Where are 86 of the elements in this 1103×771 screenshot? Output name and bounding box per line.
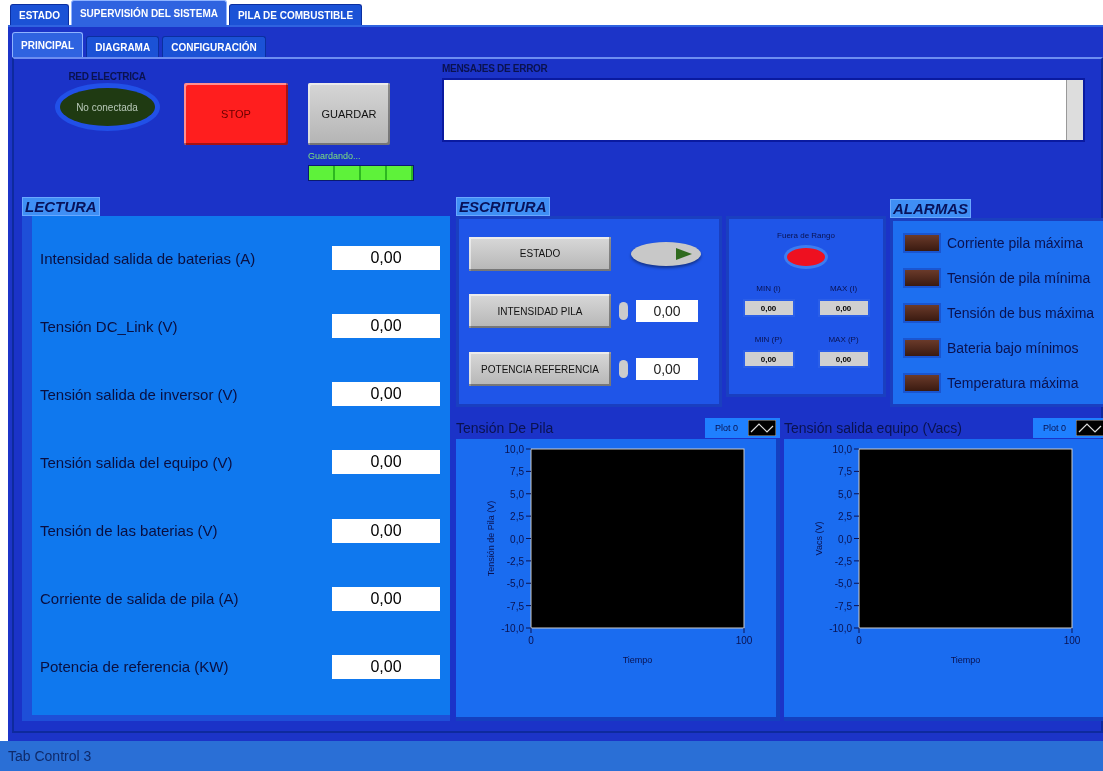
axis-label: Vacs (V) [814, 521, 824, 556]
alarm-label: Tensión de bus máxima [947, 304, 1095, 321]
tick-label: 10,0 [832, 444, 852, 455]
alarm-label: Tensión de pila mínima [947, 269, 1091, 286]
error-textbox[interactable] [442, 78, 1085, 142]
alarm-label: Bateria bajo mínimos [947, 339, 1079, 356]
tick-label: 2,5 [838, 511, 852, 523]
tick-label: 0,0 [838, 533, 852, 545]
axis-label: Tiempo [950, 655, 981, 665]
status-text: Tab Control 3 [8, 748, 92, 764]
tick-label: -2,5 [506, 555, 524, 567]
numeric-field[interactable]: 0,00 [636, 300, 698, 323]
plot-line-icon [748, 420, 776, 436]
tab[interactable]: PRINCIPAL [12, 32, 84, 57]
plot-legend[interactable]: Plot 0 [1033, 418, 1103, 438]
limit-label: MIN (P) [754, 335, 783, 344]
limit-label: MIN (I) [756, 284, 781, 293]
reading-value: 0,00 [332, 518, 440, 543]
spin-control[interactable] [619, 302, 628, 321]
numeric-field[interactable]: 0,00 [636, 358, 698, 381]
section-title: ESCRITURA [456, 197, 550, 216]
stop-button[interactable]: STOP [184, 83, 288, 145]
chart-title: Tensión salida equipo (Vacs) [784, 420, 962, 436]
scrollbar[interactable] [1066, 80, 1083, 140]
section-title: LECTURA [22, 197, 100, 216]
plot-line-icon [1076, 420, 1103, 436]
tick-label: 0 [528, 635, 534, 646]
tick-label: 5,0 [510, 488, 524, 500]
reading-value: 0,00 [332, 450, 440, 475]
reading-label: Tensión salida de inversor (V) [40, 385, 238, 403]
reading-label: Corriente de salida de pila (A) [40, 590, 239, 608]
reading-label: Tensión de las baterias (V) [40, 522, 218, 540]
axis-label: Tensión de Pila (V) [486, 500, 496, 577]
toggle-switch[interactable] [631, 241, 701, 266]
error-label: MENSAJES DE ERROR [442, 63, 549, 74]
saving-label: Guardando... [308, 151, 362, 161]
limit-value: 0,00 [742, 350, 795, 368]
setpoint-button[interactable]: INTENSIDAD PILA [469, 294, 611, 329]
play-icon [675, 246, 693, 261]
limit-label: MAX (I) [829, 284, 858, 293]
tab[interactable]: ESTADO [10, 4, 69, 25]
reading-value: 0,00 [332, 586, 440, 611]
tab[interactable]: CONFIGURACIÓN [162, 36, 266, 57]
plot-legend[interactable]: Plot 0 [705, 418, 780, 438]
tick-label: -7,5 [506, 600, 524, 612]
alarm-label: Corriente pila máxima [947, 234, 1084, 251]
limit-value: 0,00 [742, 299, 795, 317]
tick-label: 0,0 [510, 533, 524, 545]
reading-label: Potencia de referencia (KW) [40, 658, 229, 676]
tick-label: 0 [856, 635, 862, 646]
tick-label: -10,0 [829, 623, 852, 634]
alarm-label: Temperatura máxima [947, 374, 1079, 391]
tick-label: -7,5 [834, 600, 852, 612]
tick-label: 100 [735, 635, 753, 646]
reading-label: Tensión DC_Link (V) [40, 317, 178, 335]
tick-label: 7,5 [510, 466, 524, 478]
tick-label: 2,5 [510, 511, 524, 523]
limit-label: MAX (P) [828, 335, 859, 344]
tick-label: 5,0 [838, 488, 852, 500]
reading-value: 0,00 [332, 382, 440, 407]
axis-label: Tiempo [622, 655, 653, 665]
tick-label: -5,0 [834, 578, 852, 590]
section-title: ALARMAS [890, 199, 971, 218]
save-button[interactable]: GUARDAR [308, 83, 390, 145]
reading-value: 0,00 [332, 314, 440, 339]
reading-label: Tensión salida del equipo (V) [40, 454, 233, 471]
tick-label: -5,0 [506, 578, 524, 590]
tick-label: 7,5 [838, 466, 852, 478]
limit-value: 0,00 [817, 299, 870, 317]
reading-label: Intensidad salida de baterias (A) [40, 249, 256, 267]
spin-control[interactable] [619, 360, 628, 379]
limit-value: 0,00 [817, 350, 870, 368]
tab[interactable]: DIAGRAMA [86, 36, 160, 57]
state-button[interactable]: ESTADO [469, 236, 611, 271]
reading-value: 0,00 [332, 246, 440, 271]
range-label: Fuera de Rango [777, 231, 835, 240]
tick-label: -10,0 [501, 623, 524, 634]
tick-label: 100 [1063, 635, 1081, 646]
tick-label: -2,5 [834, 555, 852, 567]
tab[interactable]: PILA DE COMBUSTIBLE [228, 4, 363, 25]
chart-title: Tensión De Pila [456, 420, 554, 436]
tick-label: 10,0 [504, 444, 524, 455]
indicator-label: RED ELECTRICA [68, 71, 146, 82]
tab[interactable]: SUPERVISIÓN DEL SISTEMA [70, 0, 227, 25]
reading-value: 0,00 [332, 654, 440, 679]
setpoint-button[interactable]: POTENCIA REFERENCIA [469, 352, 611, 387]
